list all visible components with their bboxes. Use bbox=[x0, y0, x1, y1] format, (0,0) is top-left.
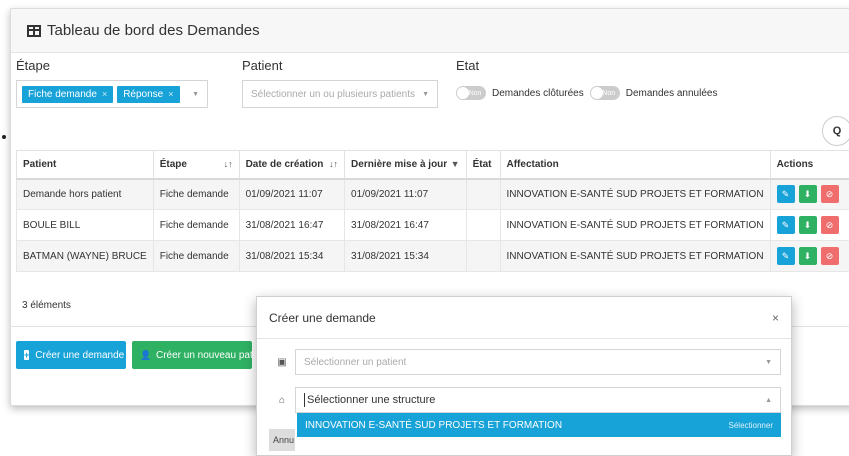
cell-etat bbox=[466, 210, 500, 241]
cell-updated: 31/08/2021 15:34 bbox=[345, 241, 467, 272]
cell-etat bbox=[466, 241, 500, 272]
cell-created: 31/08/2021 16:47 bbox=[239, 210, 344, 241]
table-row[interactable]: Demande hors patient Fiche demande 01/09… bbox=[17, 179, 849, 210]
download-icon[interactable]: ⬇ bbox=[799, 185, 817, 203]
col-created[interactable]: Date de création↓↑ bbox=[239, 151, 344, 179]
closed-toggle-label: Demandes clôturées bbox=[492, 88, 584, 99]
cell-actions: ✎⬇⊘ bbox=[770, 241, 849, 272]
etat-label: Etat bbox=[456, 58, 479, 73]
sort-icon[interactable]: ↓↑ bbox=[329, 159, 338, 169]
patient-label: Patient bbox=[242, 58, 282, 73]
cell-etape: Fiche demande bbox=[153, 179, 239, 210]
etape-select[interactable]: Fiche demande× Réponse× ▼ bbox=[16, 80, 208, 108]
download-icon[interactable]: ⬇ bbox=[799, 216, 817, 234]
create-request-modal: Créer une demande × ▣ Sélectionner un pa… bbox=[256, 296, 792, 456]
page-title: Tableau de bord des Demandes bbox=[47, 22, 260, 39]
sort-icon[interactable]: ↓↑ bbox=[224, 159, 233, 169]
col-updated[interactable]: Dernière mise à jour▼ bbox=[345, 151, 467, 179]
chevron-down-icon: ▼ bbox=[422, 91, 429, 98]
create-patient-button[interactable]: 👤 Créer un nouveau pati bbox=[132, 341, 252, 369]
chevron-down-icon: ▼ bbox=[765, 359, 772, 366]
cancel-icon[interactable]: ⊘ bbox=[821, 216, 839, 234]
table-icon bbox=[27, 25, 41, 37]
cell-patient: Demande hors patient bbox=[17, 179, 154, 210]
cell-updated: 01/09/2021 11:07 bbox=[345, 179, 467, 210]
home-icon: ⌂ bbox=[269, 395, 295, 406]
cell-etape: Fiche demande bbox=[153, 241, 239, 272]
modal-patient-select[interactable]: Sélectionner un patient ▼ bbox=[295, 349, 781, 375]
structure-option[interactable]: INNOVATION E-SANTÉ SUD PROJETS ET FORMAT… bbox=[297, 413, 781, 437]
cell-etat bbox=[466, 179, 500, 210]
table-row[interactable]: BOULE BILL Fiche demande 31/08/2021 16:4… bbox=[17, 210, 849, 241]
chevron-down-icon: ▼ bbox=[192, 91, 199, 98]
etat-toggles: Non Demandes clôturées Non Demandes annu… bbox=[456, 86, 723, 100]
plus-square-icon: + bbox=[24, 350, 29, 360]
col-etat[interactable]: État bbox=[466, 151, 500, 179]
edit-icon[interactable]: ✎ bbox=[777, 185, 795, 203]
table-header-row: Patient Étape↓↑ Date de création↓↑ Derni… bbox=[17, 151, 849, 179]
cell-patient[interactable]: BATMAN (WAYNE) BRUCE bbox=[17, 241, 154, 272]
close-icon[interactable]: × bbox=[772, 311, 779, 325]
cell-affectation: INNOVATION E-SANTÉ SUD PROJETS ET FORMAT… bbox=[500, 241, 770, 272]
cell-actions: ✎⬇⊘ bbox=[770, 179, 849, 210]
modal-title: Créer une demande bbox=[269, 311, 376, 325]
col-actions: Actions bbox=[770, 151, 849, 179]
cell-etape: Fiche demande bbox=[153, 210, 239, 241]
filters-panel: Étape Fiche demande× Réponse× ▼ Patient … bbox=[16, 58, 849, 138]
text-cursor bbox=[304, 393, 305, 407]
patient-row: ▣ Sélectionner un patient ▼ bbox=[269, 349, 781, 375]
edit-icon[interactable]: ✎ bbox=[777, 247, 795, 265]
modal-structure-select[interactable]: Sélectionner une structure ▲ bbox=[295, 387, 781, 413]
select-hint: Sélectionner bbox=[729, 421, 773, 430]
etape-label: Étape bbox=[16, 58, 50, 73]
modal-header: Créer une demande × bbox=[257, 297, 791, 339]
cancelled-toggle-label: Demandes annulées bbox=[626, 88, 718, 99]
remove-tag-icon[interactable]: × bbox=[168, 89, 173, 99]
create-request-button[interactable]: + Créer une demande bbox=[16, 341, 126, 369]
cell-created: 01/09/2021 11:07 bbox=[239, 179, 344, 210]
chevron-up-icon: ▲ bbox=[765, 397, 772, 404]
row-count: 3 éléments bbox=[22, 300, 71, 311]
cell-affectation: INNOVATION E-SANTÉ SUD PROJETS ET FORMAT… bbox=[500, 179, 770, 210]
download-icon[interactable]: ⬇ bbox=[799, 247, 817, 265]
col-affectation[interactable]: Affectation bbox=[500, 151, 770, 179]
cancel-icon[interactable]: ⊘ bbox=[821, 247, 839, 265]
patient-icon: ▣ bbox=[269, 357, 295, 368]
structure-row: ⌂ Sélectionner une structure ▲ bbox=[269, 387, 781, 413]
cell-patient[interactable]: BOULE BILL bbox=[17, 210, 154, 241]
search-icon: Q bbox=[833, 125, 842, 137]
closed-toggle[interactable]: Non bbox=[456, 86, 486, 100]
search-button[interactable]: Q bbox=[822, 116, 849, 146]
cancel-icon[interactable]: ⊘ bbox=[821, 185, 839, 203]
card-header: Tableau de bord des Demandes bbox=[11, 9, 849, 53]
requests-table: Patient Étape↓↑ Date de création↓↑ Derni… bbox=[16, 150, 849, 272]
stray-dot bbox=[2, 135, 6, 139]
edit-icon[interactable]: ✎ bbox=[777, 216, 795, 234]
etape-tag-reponse[interactable]: Réponse× bbox=[117, 86, 179, 103]
add-user-icon: 👤 bbox=[140, 350, 150, 360]
cell-actions: ✎⬇⊘ bbox=[770, 210, 849, 241]
col-etape[interactable]: Étape↓↑ bbox=[153, 151, 239, 179]
patient-select[interactable]: Sélectionner un ou plusieurs patients ▼ bbox=[242, 80, 438, 108]
patient-placeholder: Sélectionner un ou plusieurs patients bbox=[251, 89, 415, 100]
remove-tag-icon[interactable]: × bbox=[102, 89, 107, 99]
etape-tag-fiche[interactable]: Fiche demande× bbox=[22, 86, 113, 103]
cancelled-toggle[interactable]: Non bbox=[590, 86, 620, 100]
cell-affectation: INNOVATION E-SANTÉ SUD PROJETS ET FORMAT… bbox=[500, 210, 770, 241]
table-row[interactable]: BATMAN (WAYNE) BRUCE Fiche demande 31/08… bbox=[17, 241, 849, 272]
cell-updated: 31/08/2021 16:47 bbox=[345, 210, 467, 241]
cell-created: 31/08/2021 15:34 bbox=[239, 241, 344, 272]
chevron-down-icon[interactable]: ▼ bbox=[451, 159, 460, 169]
cancel-button[interactable]: Annu bbox=[269, 429, 295, 451]
col-patient[interactable]: Patient bbox=[17, 151, 154, 179]
